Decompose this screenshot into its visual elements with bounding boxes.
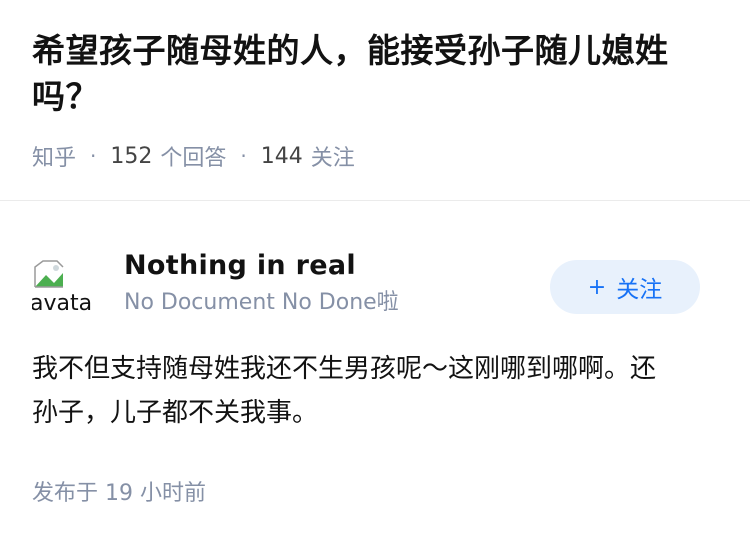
meta-separator: · [90,144,97,168]
answer-count-label[interactable]: 个回答 [160,140,226,172]
author-row: avatar Nothing in real No Document No Do… [32,247,718,321]
time-prefix: 发布于 [32,481,99,506]
answer-time: 发布于 19 小时前 [32,475,718,507]
answer-card: avatar Nothing in real No Document No Do… [0,211,750,507]
time-value: 19 小时前 [105,481,207,506]
answer-content[interactable]: 我不但支持随母姓我还不生男孩呢～这刚哪到哪啊。还孙子，儿子都不关我事。 [32,347,718,435]
section-divider [0,200,750,211]
answer-count: 152 [110,143,153,169]
plus-icon: + [587,274,607,300]
avatar-alt-text: avatar [32,291,94,315]
follow-button[interactable]: + 关注 [550,260,700,314]
broken-image-icon [34,260,64,288]
author-bio: No Document No Done啦 [124,290,399,315]
meta-separator: · [240,144,247,168]
author-info: Nothing in real No Document No Done啦 [124,249,550,319]
follower-count-label[interactable]: 关注 [311,140,355,172]
question-title[interactable]: 希望孩子随母姓的人，能接受孙子随儿媳姓吗？ [32,28,718,120]
follower-count: 144 [260,143,303,169]
question-header: 希望孩子随母姓的人，能接受孙子随儿媳姓吗？ 知乎 · 152 个回答 · 144… [0,0,750,172]
source-label[interactable]: 知乎 [32,140,76,172]
author-name[interactable]: Nothing in real [124,249,550,283]
question-meta: 知乎 · 152 个回答 · 144 关注 [32,140,718,172]
follow-button-label: 关注 [616,277,663,303]
avatar[interactable]: avatar [32,253,94,315]
